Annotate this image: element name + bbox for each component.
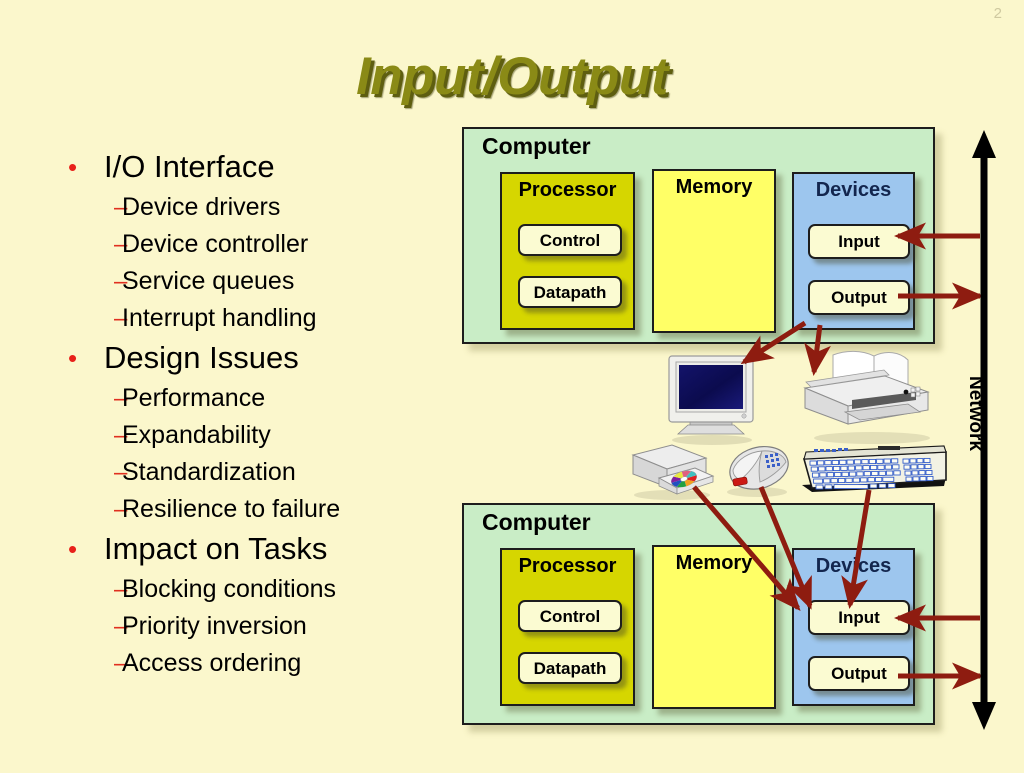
monitor-icon	[668, 355, 754, 445]
disk-drive-icon	[631, 444, 715, 500]
peripherals-layer	[0, 0, 1024, 768]
mouse-icon	[727, 446, 789, 497]
network-arrow: Network	[962, 126, 1022, 734]
network-label: Network	[965, 376, 986, 451]
printer-icon	[803, 350, 930, 444]
keyboard-icon	[802, 445, 947, 492]
